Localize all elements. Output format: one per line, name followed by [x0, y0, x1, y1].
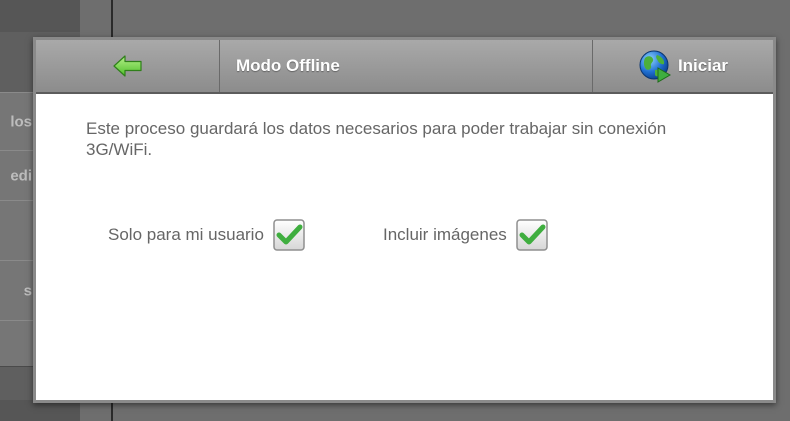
background-tab-label: edi [10, 167, 32, 185]
checkbox-checked-icon[interactable] [272, 218, 306, 252]
dialog-title: Modo Offline [236, 56, 340, 75]
offline-mode-dialog: Modo Offline Iniciar Este proceso guarda… [33, 37, 776, 403]
globe-icon [639, 50, 671, 83]
back-button[interactable] [36, 40, 220, 92]
background-tab-3 [0, 200, 34, 262]
background-bottom-panel [0, 400, 80, 421]
dialog-header: Modo Offline Iniciar [36, 40, 773, 94]
background-tab-1: los [0, 92, 34, 152]
option-label: Incluir imágenes [383, 225, 507, 244]
background-tab-label: los [10, 113, 32, 131]
start-button-label: Iniciar [677, 56, 729, 75]
arrow-left-icon [112, 55, 142, 77]
description-text: Este proceso guardará los datos necesari… [86, 119, 667, 159]
option-only-my-user[interactable]: Solo para mi usuario [108, 218, 306, 252]
checkbox-checked-icon[interactable] [515, 218, 549, 252]
option-include-images[interactable]: Incluir imágenes [383, 218, 549, 252]
background-tab-label: s [23, 282, 32, 300]
dialog-body: Este proceso guardará los datos necesari… [36, 94, 773, 400]
start-button[interactable]: Iniciar [592, 40, 773, 92]
background-tab-5 [0, 320, 34, 367]
background-tab-2: edi [0, 150, 34, 202]
background-tab-4: s [0, 260, 34, 322]
background-top-panel [0, 0, 80, 32]
option-label: Solo para mi usuario [108, 225, 264, 244]
